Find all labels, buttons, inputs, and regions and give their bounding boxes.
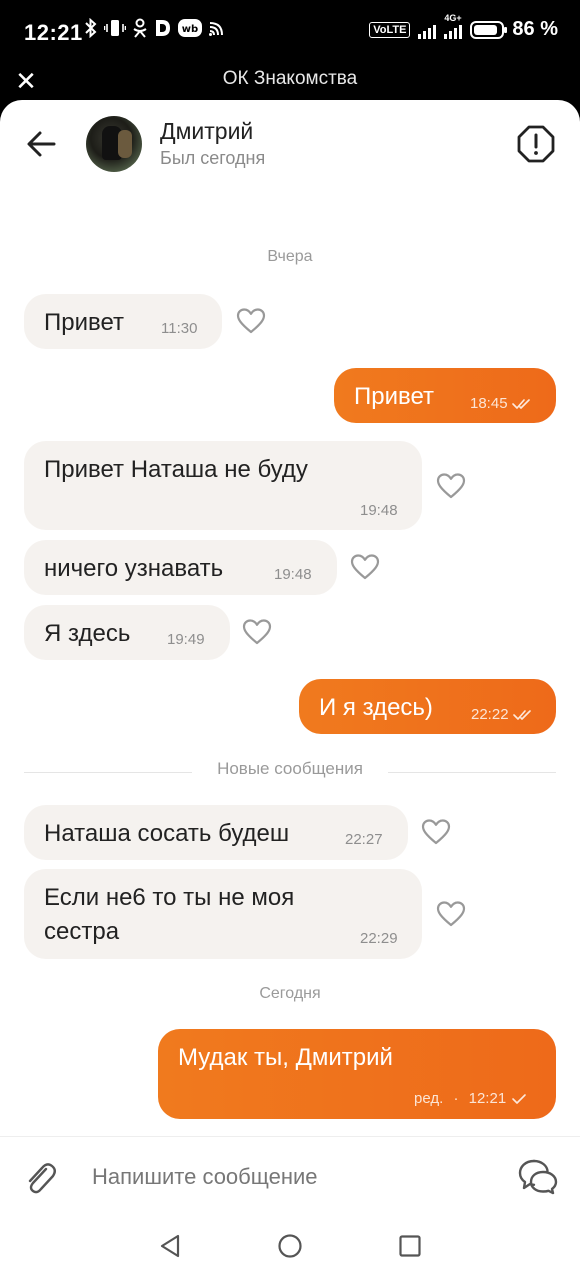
network-type: 4G+	[444, 12, 462, 23]
nav-home-icon[interactable]	[276, 1232, 304, 1260]
date-divider-yesterday: Вчера	[267, 248, 313, 265]
edited-label: ред.	[414, 1090, 444, 1107]
app-title: ОК Знакомства	[222, 68, 358, 89]
message-bubble-outgoing[interactable]: Привет 18:45	[334, 368, 556, 423]
heart-icon[interactable]	[436, 472, 466, 500]
double-check-icon	[511, 399, 530, 409]
message-meta: ред. · 12:21	[414, 1090, 528, 1107]
check-icon	[512, 1094, 526, 1104]
heart-icon[interactable]	[350, 553, 380, 581]
d-app-icon	[156, 20, 170, 36]
volte-badge: VoLTE	[369, 21, 411, 38]
meta-separator: ·	[453, 1090, 459, 1107]
message-text-line2: сестра	[44, 918, 120, 945]
message-bubble-incoming[interactable]: Я здесь 19:49	[24, 605, 230, 660]
status-time: 12:21	[24, 20, 83, 45]
wb-app-icon: wb	[178, 19, 202, 37]
message-time: 22:22	[471, 706, 509, 723]
message-time: 19:48	[274, 566, 312, 583]
message-bubble-incoming[interactable]: Привет Наташа не буду 19:48	[24, 441, 422, 530]
message-time: 19:48	[360, 502, 398, 519]
message-text: Я здесь	[44, 620, 131, 647]
status-bar: 12:21 wb VoLTE 4G+ 86 %	[0, 0, 580, 62]
double-check-icon	[512, 710, 531, 720]
status-icons-right: VoLTE 4G+ 86 %	[369, 13, 558, 41]
message-bubble-incoming[interactable]: Привет 11:30	[24, 294, 222, 349]
battery-percent: 86 %	[512, 18, 558, 40]
message-time: 22:29	[360, 930, 398, 947]
message-input[interactable]	[92, 1157, 492, 1197]
system-nav-bar	[0, 1216, 580, 1280]
message-text: ничего узнавать	[44, 555, 224, 582]
heart-icon[interactable]	[421, 818, 451, 846]
message-text-line1: Если не6 то ты не моя	[44, 884, 295, 911]
report-icon[interactable]	[516, 124, 556, 164]
nav-back-icon[interactable]	[156, 1232, 184, 1260]
message-bubble-incoming[interactable]: Если не6 то ты не моя сестра 22:29	[24, 869, 422, 959]
message-text: Наташа сосать будеш	[44, 820, 290, 847]
message-bubble-outgoing[interactable]: И я здесь) 22:22	[299, 679, 556, 734]
message-bubble-incoming[interactable]: ничего узнавать 19:48	[24, 540, 337, 595]
message-time: 11:30	[161, 320, 198, 337]
contact-status: Был сегодня	[160, 148, 266, 168]
message-time-group: 18:45	[470, 395, 532, 412]
svg-text:wb: wb	[182, 24, 198, 35]
avatar[interactable]	[86, 116, 142, 172]
battery-icon	[470, 20, 508, 39]
heart-icon[interactable]	[236, 307, 266, 335]
vibrate-icon	[104, 20, 126, 36]
message-bubble-incoming[interactable]: Наташа сосать будеш 22:27	[24, 805, 408, 860]
date-divider-today: Сегодня	[259, 985, 321, 1002]
message-time: 19:49	[167, 631, 205, 648]
message-text: Мудак ты, Дмитрий	[178, 1044, 393, 1071]
message-time-group: 22:22	[471, 706, 533, 723]
ok-app-icon	[133, 18, 147, 38]
bluetooth-icon	[85, 18, 97, 38]
nav-recents-icon[interactable]	[396, 1232, 424, 1260]
new-messages-divider: Новые сообщения	[0, 759, 580, 779]
message-time: 22:27	[345, 831, 383, 848]
message-bubble-outgoing[interactable]: Мудак ты, Дмитрий ред. · 12:21	[158, 1029, 556, 1119]
message-text: Привет Наташа не буду	[44, 456, 308, 483]
message-text: Привет	[354, 383, 435, 410]
attachment-icon[interactable]	[24, 1159, 58, 1197]
message-time: 12:21	[468, 1090, 507, 1107]
stickers-chat-icon[interactable]	[518, 1157, 558, 1195]
chat-screen: Дмитрий Был сегодня Вчера Привет 11:30 П…	[0, 100, 580, 1280]
message-text: И я здесь)	[319, 694, 433, 721]
message-time: 18:45	[470, 395, 508, 412]
signal-4g-icon: 4G+	[444, 13, 463, 39]
message-input-bar	[0, 1136, 580, 1216]
back-arrow-icon[interactable]	[22, 124, 62, 164]
heart-icon[interactable]	[242, 618, 272, 646]
contact-name[interactable]: Дмитрий	[160, 118, 253, 145]
cast-icon	[209, 22, 223, 36]
signal-icon	[418, 21, 437, 39]
heart-icon[interactable]	[436, 900, 466, 928]
new-messages-label: Новые сообщения	[201, 759, 379, 778]
message-text: Привет	[44, 309, 125, 336]
status-icons-left: wb	[84, 18, 226, 38]
webview-title-bar: ✕ ОК Знакомства	[0, 62, 580, 102]
